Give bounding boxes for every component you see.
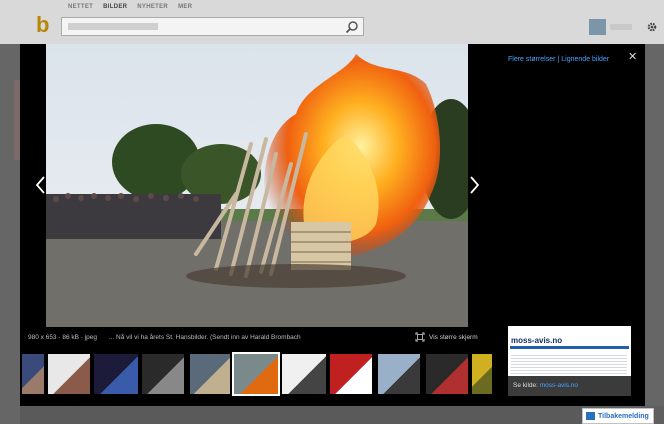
bing-header: b NETTET BILDER NYHETER MER (0, 0, 664, 44)
main-photo[interactable] (46, 44, 468, 327)
search-query-blurred (68, 23, 158, 30)
view-larger-button[interactable]: Vis større skjerm (415, 332, 478, 342)
next-image-button[interactable] (467, 174, 481, 196)
bing-logo[interactable]: b (36, 12, 49, 38)
image-viewer: Flere størrelser | Lignende bilder ✕ moss-… (20, 44, 645, 406)
thumbnail-1[interactable] (22, 354, 44, 394)
top-nav: NETTET BILDER NYHETER MER (68, 4, 192, 10)
thumbnail-6[interactable] (232, 352, 280, 396)
thumbnail-9[interactable] (378, 354, 420, 394)
avatar[interactable] (589, 19, 606, 35)
expand-icon (415, 332, 425, 342)
search-input[interactable] (61, 17, 364, 36)
thumbnail-7[interactable] (282, 354, 326, 394)
previous-image-button[interactable] (34, 174, 48, 196)
image-caption: 980 x 653 · 86 kB · jpeg ... Nå vil vi h… (28, 334, 301, 341)
thumbnail-5[interactable] (190, 354, 230, 394)
gear-icon[interactable] (646, 21, 658, 33)
chevron-right-icon (470, 176, 480, 194)
background-page-right (645, 44, 664, 406)
thumbnail-strip (20, 350, 495, 396)
search-icon[interactable] (345, 20, 359, 34)
thumbnail-11[interactable] (472, 354, 492, 394)
chevron-left-icon (35, 176, 45, 194)
source-footer: Se kilde: moss-avis.no (508, 376, 631, 396)
thumbnail-8[interactable] (330, 354, 372, 394)
nav-bilder[interactable]: BILDER (103, 4, 127, 10)
background-page-bottom (20, 406, 582, 424)
nav-nettet[interactable]: NETTET (68, 4, 93, 10)
speech-bubble-icon (586, 412, 595, 420)
link-separator: | (557, 56, 560, 63)
image-meta: 980 x 653 · 86 kB · jpeg (28, 334, 98, 341)
view-larger-label: Vis større skjerm (429, 333, 478, 341)
source-link[interactable]: moss-avis.no (540, 382, 578, 389)
thumbnail-10[interactable] (426, 354, 468, 394)
thumbnail-2[interactable] (48, 354, 90, 394)
nav-mer[interactable]: MER (178, 4, 192, 10)
source-thumb-content (511, 353, 627, 375)
user-name-blurred[interactable] (610, 24, 632, 30)
source-card[interactable]: moss-avis.no Se kilde: moss-avis.no (508, 326, 631, 396)
caption-text: ... Nå vil vi ha årets St. Hansbilder. (… (108, 334, 301, 341)
similar-images-link[interactable]: Lignende bilder (561, 56, 609, 63)
nav-nyheter[interactable]: NYHETER (137, 4, 168, 10)
feedback-button[interactable]: Tilbakemelding (582, 408, 654, 424)
more-sizes-link[interactable]: Flere størrelser (508, 56, 555, 63)
source-prefix: Se kilde: (513, 382, 538, 389)
thumbnail-3[interactable] (94, 354, 138, 394)
source-thumb-title: moss-avis.no (511, 336, 563, 345)
close-icon[interactable]: ✕ (628, 50, 637, 63)
related-links: Flere størrelser | Lignende bilder (508, 56, 609, 63)
right-panel: Flere størrelser | Lignende bilder ✕ moss-… (495, 44, 645, 406)
source-thumb-bar (510, 346, 629, 349)
feedback-label: Tilbakemelding (598, 412, 649, 420)
thumbnail-4[interactable] (142, 354, 184, 394)
